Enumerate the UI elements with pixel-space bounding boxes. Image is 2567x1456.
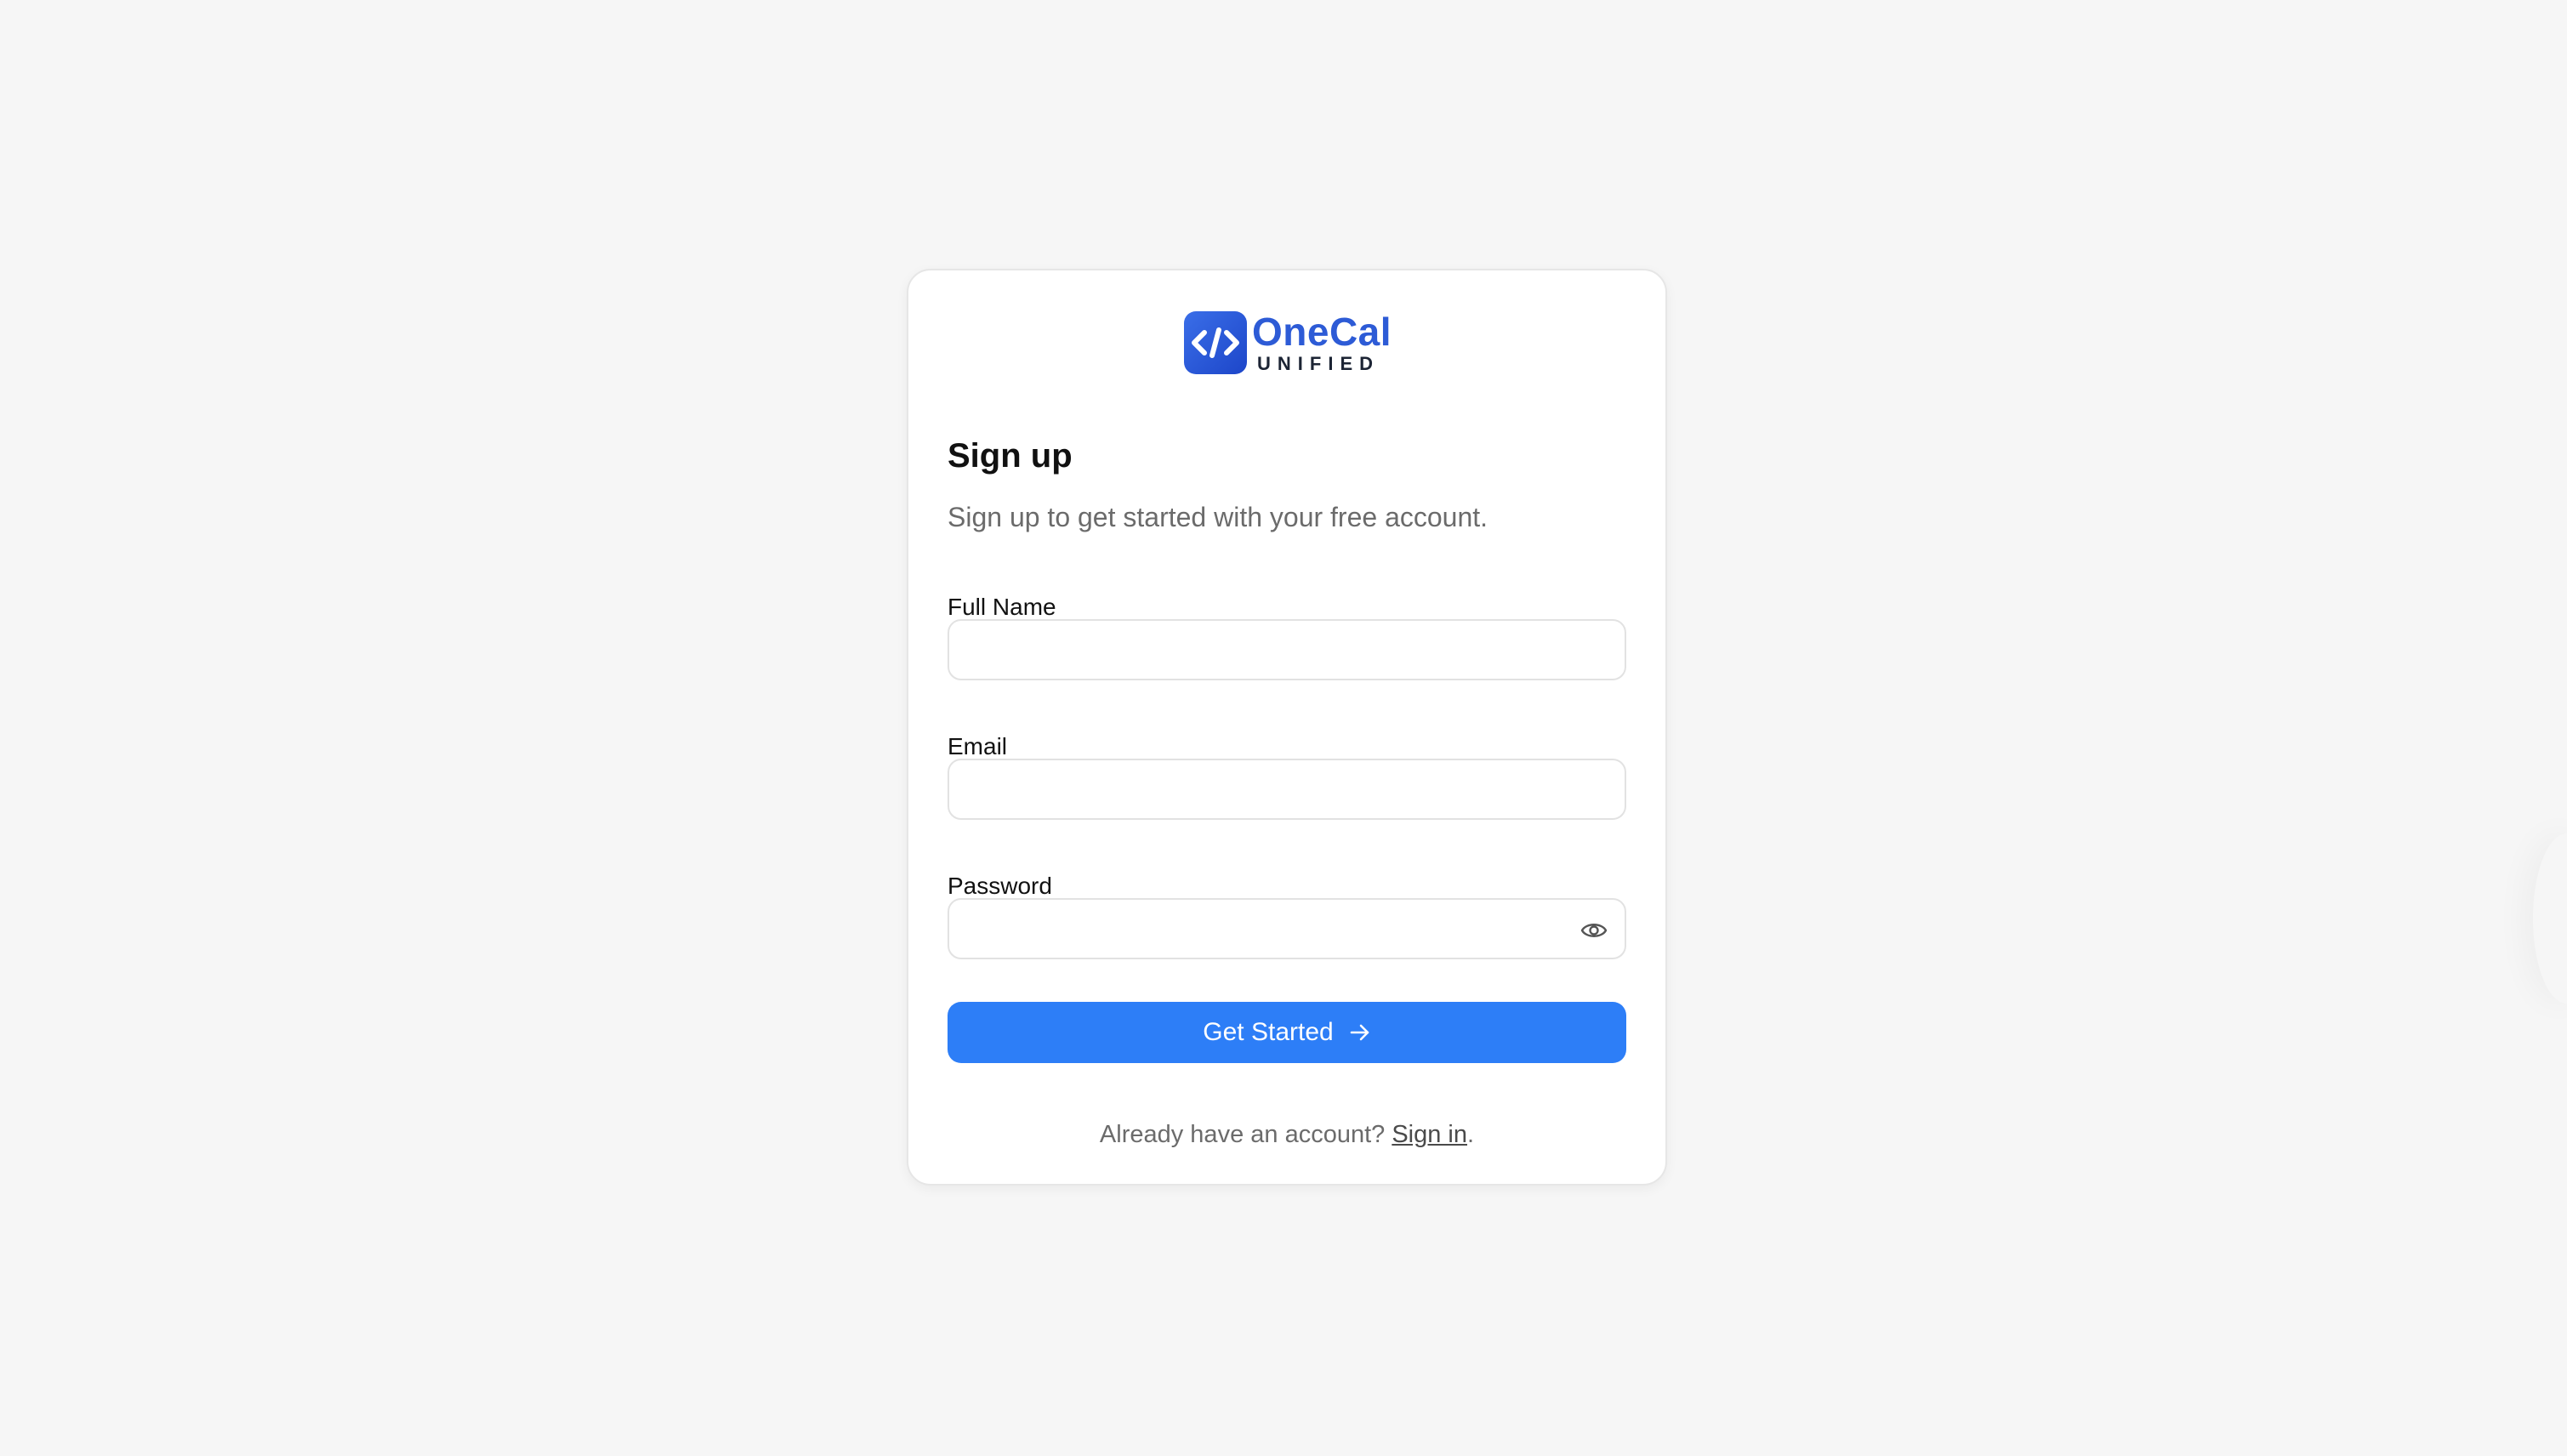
brand-subtitle: UNIFIED [1257,353,1380,374]
brand-name: OneCal [1252,310,1392,354]
full-name-label: Full Name [948,594,1056,620]
brand-wordmark: OneCal UNIFIED [1252,312,1392,373]
brand-logo: OneCal UNIFIED [1184,310,1392,376]
page-subtitle: Sign up to get started with your free ac… [948,502,1488,532]
signin-prompt: Already have an account? Sign in. [908,1121,1665,1149]
page-title: Sign up [948,437,1073,475]
signin-prompt-suffix: . [1467,1121,1475,1148]
signin-prompt-text: Already have an account? [1099,1121,1392,1148]
signup-card: OneCal UNIFIED Sign up Sign up to get st… [907,269,1667,1186]
email-label: Email [948,733,1008,759]
arrow-right-icon [1349,1021,1371,1044]
eye-icon[interactable] [1579,915,1609,946]
full-name-input[interactable] [948,619,1626,680]
email-input[interactable] [948,759,1626,820]
password-input[interactable] [948,898,1626,959]
get-started-button[interactable]: Get Started [948,1002,1626,1063]
edge-shadow [2533,833,2567,1004]
signin-link[interactable]: Sign in [1392,1121,1467,1148]
get-started-label: Get Started [1203,1018,1334,1046]
code-brackets-icon [1184,311,1247,374]
password-label: Password [948,873,1052,899]
